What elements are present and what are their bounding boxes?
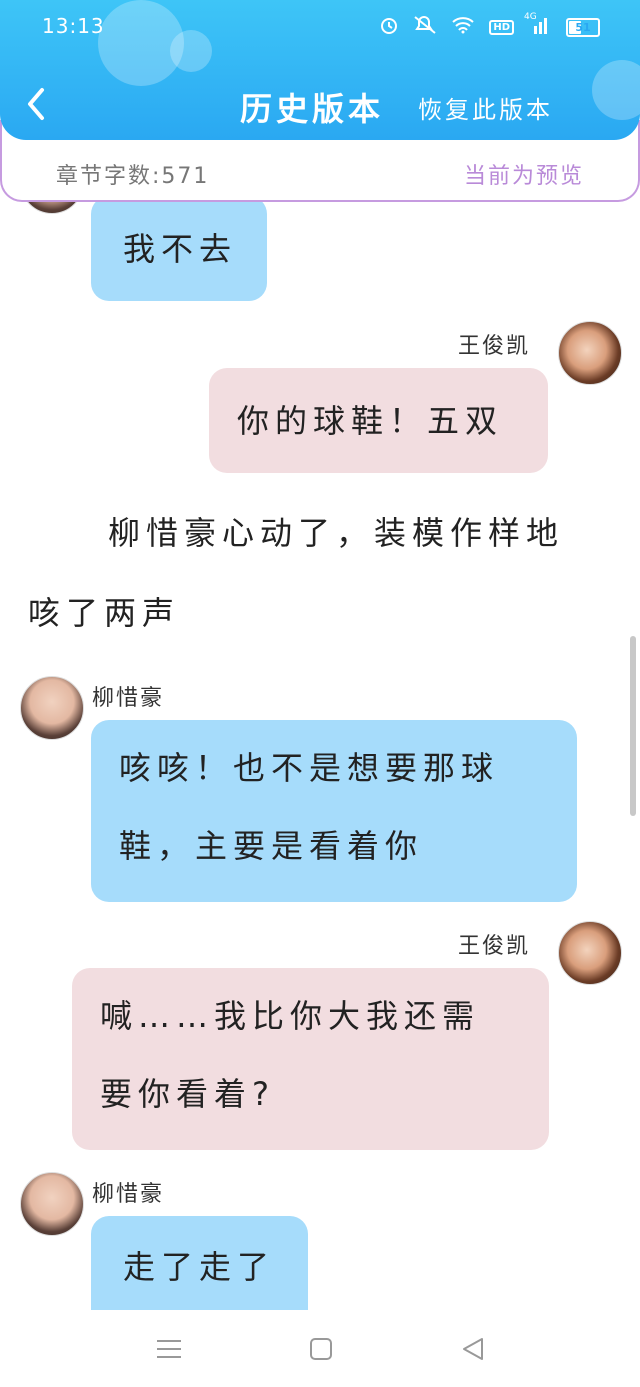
- scrollbar[interactable]: [630, 636, 636, 816]
- sender-name: 柳惜豪: [92, 1182, 165, 1207]
- message-bubble: 我不去: [91, 196, 267, 301]
- restore-version-button[interactable]: 恢复此版本: [418, 90, 553, 125]
- home-square-icon: [310, 1338, 332, 1360]
- message-bubble: 你的球鞋！五双: [209, 368, 548, 473]
- network-type: 4G: [524, 12, 537, 22]
- message-text: 咳咳！也不是想要那球: [119, 749, 500, 787]
- system-nav-bar: [0, 1310, 640, 1387]
- wifi-icon: [451, 16, 475, 38]
- avatar-wjk[interactable]: [558, 921, 622, 985]
- battery-level: 51: [575, 20, 591, 34]
- page-title: 历史版本: [240, 90, 385, 128]
- status-icons: HD 4G 51: [379, 12, 600, 39]
- battery-icon: 51: [566, 17, 600, 37]
- back-button[interactable]: [18, 82, 54, 126]
- narration-line: 咳了两声: [28, 594, 181, 632]
- back-triangle-icon: [463, 1338, 483, 1360]
- menu-nav-button[interactable]: [154, 1334, 184, 1364]
- message-text: 走了走了: [123, 1248, 276, 1286]
- message-bubble: 咳咳！也不是想要那球 鞋，主要是看着你: [91, 720, 577, 902]
- alarm-icon: [379, 15, 399, 39]
- header: 13:13 HD 4G 51 历史版本 恢复此版本: [0, 0, 640, 140]
- message-bubble: 喊……我比你大我还需 要你看着?: [72, 968, 549, 1150]
- message-bubble: 走了走了: [91, 1216, 308, 1310]
- avatar-lxh[interactable]: [20, 1172, 84, 1236]
- hd-icon: HD: [489, 19, 514, 35]
- home-nav-button[interactable]: [306, 1334, 336, 1364]
- message-text: 鞋，主要是看着你: [119, 827, 424, 865]
- menu-icon: [157, 1340, 181, 1358]
- message-text: 要你看着?: [100, 1075, 275, 1113]
- avatar-wjk[interactable]: [558, 321, 622, 385]
- chevron-left-icon: [28, 88, 44, 120]
- clock: 13:13: [42, 14, 105, 38]
- back-nav-button[interactable]: [458, 1334, 488, 1364]
- decorative-bubble: [592, 60, 640, 120]
- word-count: 章节字数:571: [56, 164, 210, 189]
- sender-name: 王俊凯: [458, 334, 531, 359]
- status-bar: 13:13 HD 4G 51: [0, 0, 640, 56]
- sender-name: 柳惜豪: [92, 686, 165, 711]
- avatar-lxh[interactable]: [20, 676, 84, 740]
- message-text: 我不去: [123, 230, 238, 268]
- narration-line: 柳惜豪心动了，装模作样地: [108, 514, 565, 552]
- mute-icon: [413, 15, 437, 39]
- signal-icon: 4G: [524, 12, 552, 38]
- message-text: 喊……我比你大我还需: [100, 997, 481, 1035]
- sender-name: 王俊凯: [458, 934, 531, 959]
- message-text: 你的球鞋！五双: [237, 402, 504, 440]
- preview-status: 当前为预览: [463, 164, 584, 189]
